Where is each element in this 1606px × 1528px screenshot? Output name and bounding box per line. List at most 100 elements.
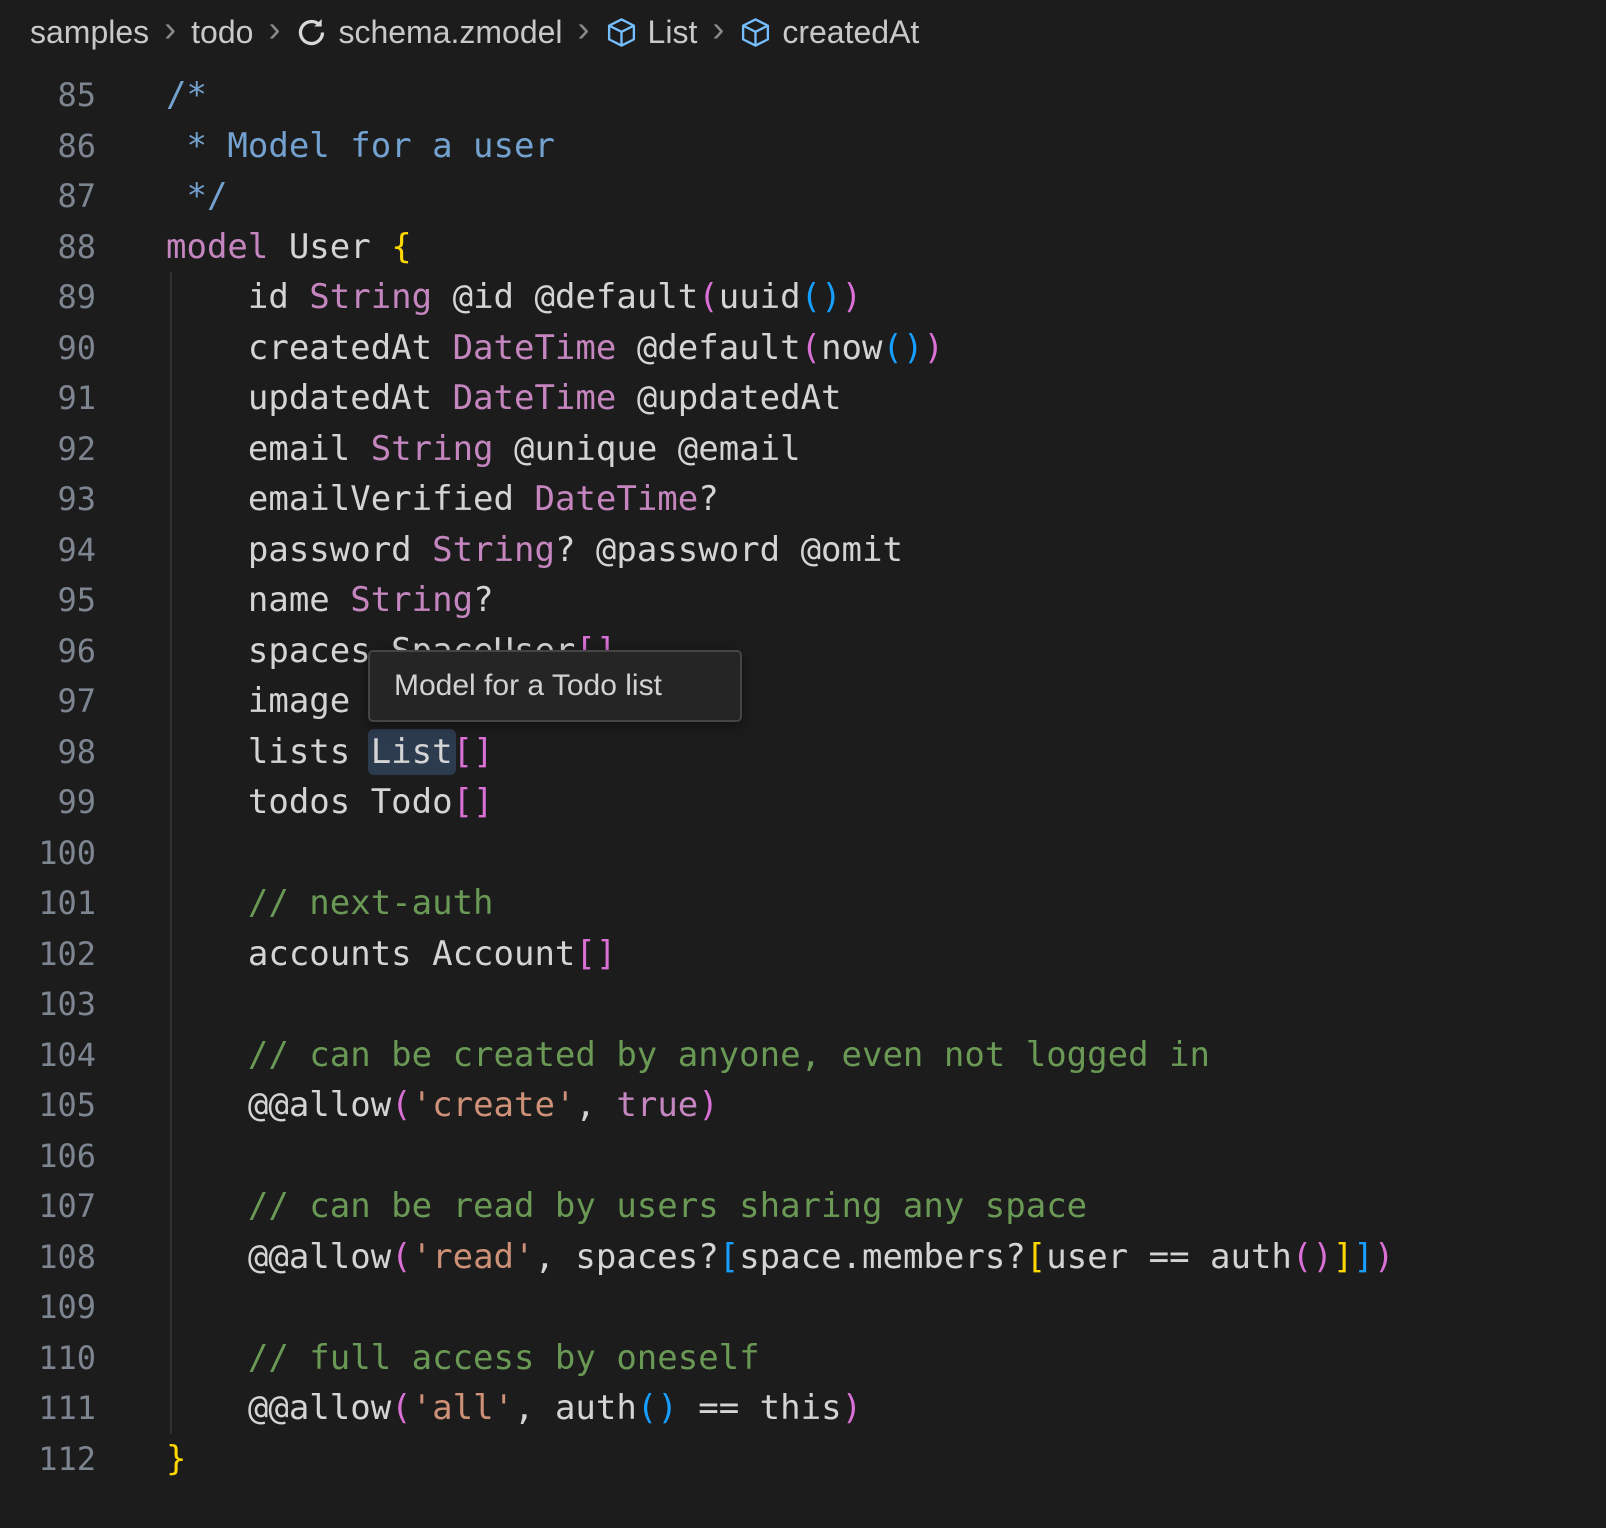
code-line[interactable]: 112} bbox=[0, 1434, 1606, 1485]
line-number[interactable]: 102 bbox=[0, 935, 96, 973]
editor-window: samples › todo › schema.zmodel › List › bbox=[0, 0, 1606, 1484]
line-number[interactable]: 106 bbox=[0, 1137, 96, 1175]
breadcrumb-item-samples[interactable]: samples bbox=[30, 14, 149, 51]
line-number[interactable]: 99 bbox=[0, 783, 96, 821]
code-line[interactable]: 106 bbox=[0, 1131, 1606, 1182]
line-number[interactable]: 88 bbox=[0, 228, 96, 266]
code-line[interactable]: 107 // can be read by users sharing any … bbox=[0, 1181, 1606, 1232]
line-number[interactable]: 96 bbox=[0, 632, 96, 670]
line-number[interactable]: 104 bbox=[0, 1036, 96, 1074]
model-cube-icon bbox=[739, 16, 772, 49]
line-number[interactable]: 87 bbox=[0, 177, 96, 215]
code-token: DateTime bbox=[453, 378, 617, 418]
code-editor[interactable]: 85/*86 * Model for a user87 */88model Us… bbox=[0, 64, 1606, 1484]
breadcrumb-item-symbol-list[interactable]: List bbox=[605, 14, 698, 51]
line-number[interactable]: 93 bbox=[0, 480, 96, 518]
breadcrumb-item-todo[interactable]: todo bbox=[191, 14, 253, 51]
line-number[interactable]: 95 bbox=[0, 581, 96, 619]
code-token: // full access by oneself bbox=[166, 1338, 760, 1378]
code-line[interactable]: 110 // full access by oneself bbox=[0, 1333, 1606, 1384]
line-number[interactable]: 107 bbox=[0, 1187, 96, 1225]
code-token: createdAt bbox=[166, 328, 453, 368]
code-text: id String @id @default(uuid()) bbox=[166, 277, 862, 317]
line-number[interactable]: 86 bbox=[0, 127, 96, 165]
code-text: email String @unique @email bbox=[166, 429, 801, 469]
code-line[interactable]: 93 emailVerified DateTime? bbox=[0, 474, 1606, 525]
code-text: @@allow('create', true) bbox=[166, 1085, 719, 1125]
line-number[interactable]: 90 bbox=[0, 329, 96, 367]
code-line[interactable]: 100 bbox=[0, 828, 1606, 879]
code-token: // can be read by users sharing any spac… bbox=[166, 1186, 1087, 1226]
line-number[interactable]: 98 bbox=[0, 733, 96, 771]
line-number[interactable]: 105 bbox=[0, 1086, 96, 1124]
code-line[interactable]: 108 @@allow('read', spaces?[space.member… bbox=[0, 1232, 1606, 1283]
code-line[interactable]: 86 * Model for a user bbox=[0, 121, 1606, 172]
code-token: uuid bbox=[719, 277, 801, 317]
code-token: @unique @email bbox=[494, 429, 801, 469]
code-token: */ bbox=[166, 176, 227, 216]
code-line[interactable]: 97 image bbox=[0, 676, 1606, 727]
code-token: [ bbox=[1026, 1237, 1046, 1277]
code-text: @@allow('read', spaces?[space.members?[u… bbox=[166, 1237, 1394, 1277]
code-token: } bbox=[166, 1439, 186, 1479]
code-line[interactable]: 103 bbox=[0, 979, 1606, 1030]
code-token: user == auth bbox=[1046, 1237, 1292, 1277]
code-line[interactable]: 94 password String? @password @omit bbox=[0, 525, 1606, 576]
line-number[interactable]: 94 bbox=[0, 531, 96, 569]
code-token: , spaces? bbox=[534, 1237, 718, 1277]
code-token: @updatedAt bbox=[616, 378, 841, 418]
code-line[interactable]: 85 /* bbox=[0, 70, 1606, 121]
code-line[interactable]: 98 lists List[] bbox=[0, 727, 1606, 778]
code-token: updatedAt bbox=[166, 378, 453, 418]
line-number[interactable]: 110 bbox=[0, 1339, 96, 1377]
line-number[interactable]: 92 bbox=[0, 430, 96, 468]
code-line[interactable]: 104 // can be created by anyone, even no… bbox=[0, 1030, 1606, 1081]
code-line[interactable]: 87 */ bbox=[0, 171, 1606, 222]
code-line[interactable]: 109 bbox=[0, 1282, 1606, 1333]
code-token: { bbox=[391, 227, 411, 267]
code-token: password bbox=[166, 530, 432, 570]
code-line[interactable]: 89 id String @id @default(uuid()) bbox=[0, 272, 1606, 323]
line-number[interactable]: 108 bbox=[0, 1238, 96, 1276]
code-token: DateTime bbox=[534, 479, 698, 519]
line-number[interactable]: 89 bbox=[0, 278, 96, 316]
code-line[interactable]: 92 email String @unique @email bbox=[0, 424, 1606, 475]
breadcrumb-item-file[interactable]: schema.zmodel bbox=[295, 14, 562, 51]
code-token: () bbox=[801, 277, 842, 317]
code-line[interactable]: 88model User { bbox=[0, 222, 1606, 273]
code-line[interactable]: 99 todos Todo[] bbox=[0, 777, 1606, 828]
code-token: @@allow bbox=[166, 1237, 391, 1277]
line-number[interactable]: 109 bbox=[0, 1288, 96, 1326]
line-number[interactable]: 103 bbox=[0, 985, 96, 1023]
breadcrumb-item-symbol-createdat[interactable]: createdAt bbox=[739, 14, 919, 51]
code-token: DateTime bbox=[453, 328, 617, 368]
code-text: // full access by oneself bbox=[166, 1338, 760, 1378]
code-line[interactable]: 105 @@allow('create', true) bbox=[0, 1080, 1606, 1131]
code-token: [] bbox=[575, 934, 616, 974]
code-text: image bbox=[166, 681, 350, 721]
line-number[interactable]: 112 bbox=[0, 1440, 96, 1478]
line-number[interactable]: 91 bbox=[0, 379, 96, 417]
line-number[interactable]: 100 bbox=[0, 834, 96, 872]
code-token: ( bbox=[391, 1388, 411, 1428]
code-text: /* bbox=[166, 75, 207, 115]
code-line[interactable]: 90 createdAt DateTime @default(now()) bbox=[0, 323, 1606, 374]
code-text: updatedAt DateTime @updatedAt bbox=[166, 378, 842, 418]
code-token: ] bbox=[1353, 1237, 1373, 1277]
code-line[interactable]: 101 // next-auth bbox=[0, 878, 1606, 929]
model-cube-icon bbox=[605, 16, 638, 49]
code-line[interactable]: 91 updatedAt DateTime @updatedAt bbox=[0, 373, 1606, 424]
code-line[interactable]: 111 @@allow('all', auth() == this) bbox=[0, 1383, 1606, 1434]
code-token: () bbox=[637, 1388, 678, 1428]
breadcrumb: samples › todo › schema.zmodel › List › bbox=[0, 0, 1606, 64]
line-number[interactable]: 111 bbox=[0, 1389, 96, 1427]
code-line[interactable]: 95 name String? bbox=[0, 575, 1606, 626]
line-number[interactable]: 97 bbox=[0, 682, 96, 720]
code-token: ) bbox=[842, 277, 862, 317]
line-number[interactable]: 85 bbox=[0, 76, 96, 114]
line-number[interactable]: 101 bbox=[0, 884, 96, 922]
code-token: accounts Account bbox=[166, 934, 575, 974]
code-line[interactable]: 96 spaces SpaceUser[] bbox=[0, 626, 1606, 677]
code-line[interactable]: 102 accounts Account[] bbox=[0, 929, 1606, 980]
code-text: @@allow('all', auth() == this) bbox=[166, 1388, 862, 1428]
